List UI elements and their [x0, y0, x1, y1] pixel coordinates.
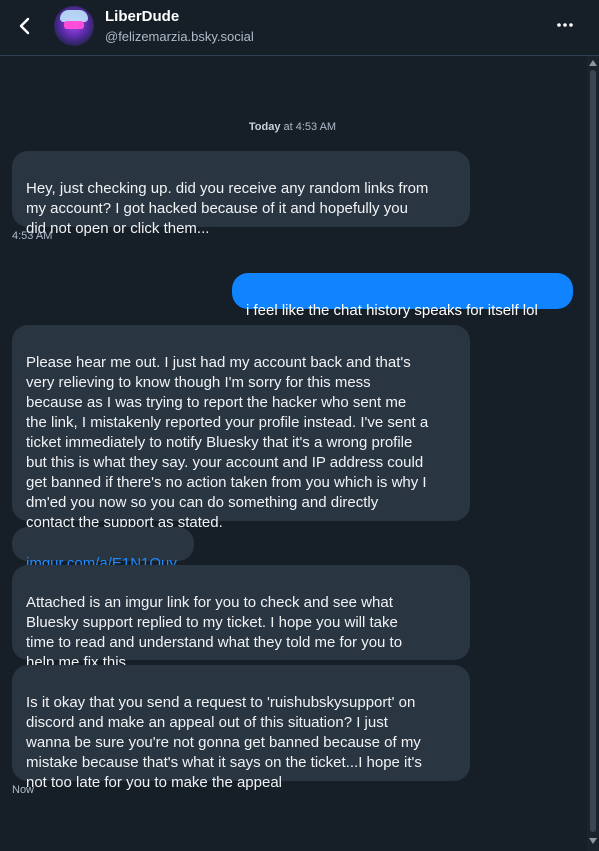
- message-bubble-incoming[interactable]: Attached is an imgur link for you to che…: [12, 565, 470, 671]
- message-bubble-incoming[interactable]: Hey, just checking up. did you receive a…: [12, 151, 470, 237]
- message-text: Hey, just checking up. did you receive a…: [26, 180, 429, 237]
- message-bubble-outgoing[interactable]: i feel like the chat history speaks for …: [232, 273, 573, 319]
- contact-name[interactable]: LiberDude: [105, 8, 179, 25]
- message-text: Is it okay that you send a request to 'r…: [26, 694, 422, 791]
- ellipsis-icon[interactable]: [556, 22, 574, 28]
- message-text: i feel like the chat history speaks for …: [246, 302, 538, 319]
- scrollbar-thumb[interactable]: [590, 70, 596, 832]
- date-separator: Today at 4:53 AM: [0, 121, 585, 133]
- avatar-visor: [64, 21, 84, 29]
- message-text: Attached is an imgur link for you to che…: [26, 594, 403, 671]
- date-separator-time: at 4:53 AM: [280, 121, 337, 133]
- message-timestamp: Now: [12, 784, 35, 796]
- date-separator-day: Today: [248, 121, 281, 133]
- message-bubble-incoming[interactable]: Please hear me out. I just had my accoun…: [12, 325, 470, 531]
- message-text: Please hear me out. I just had my accoun…: [26, 354, 429, 531]
- scroll-up-arrow-icon[interactable]: [589, 60, 597, 66]
- avatar[interactable]: [54, 6, 94, 46]
- contact-handle[interactable]: @felizemarzia.bsky.social: [105, 29, 254, 44]
- scroll-down-arrow-icon[interactable]: [589, 838, 597, 844]
- message-timestamp: 4:53 AM: [12, 230, 53, 242]
- chevron-left-icon[interactable]: [14, 15, 36, 37]
- conversation-header: LiberDude @felizemarzia.bsky.social: [0, 0, 599, 56]
- message-bubble-incoming[interactable]: Is it okay that you send a request to 'r…: [12, 665, 470, 791]
- message-bubble-link[interactable]: imgur.com/a/E1N1Quy: [12, 527, 194, 572]
